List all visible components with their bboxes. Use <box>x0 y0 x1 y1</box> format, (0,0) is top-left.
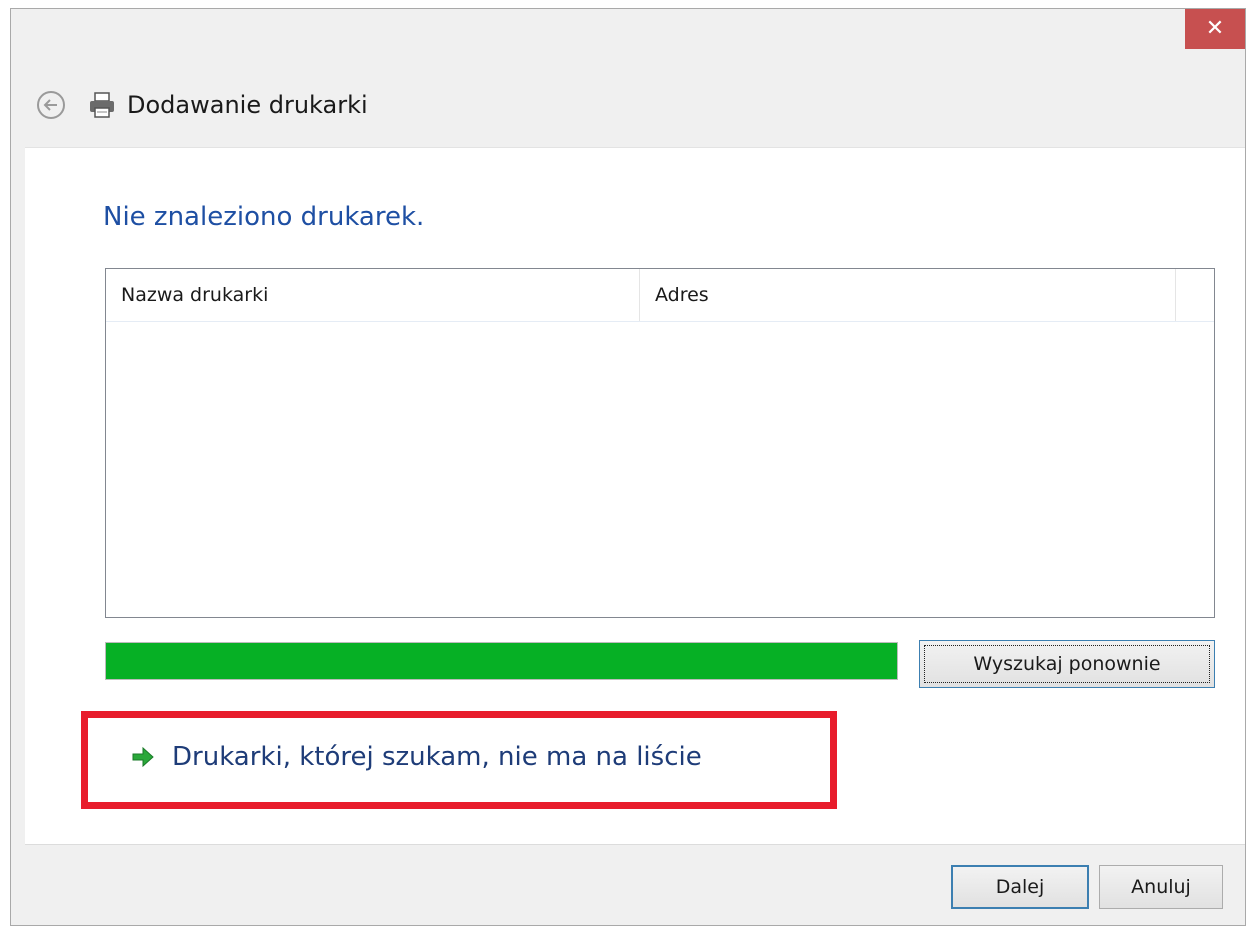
printer-not-listed-link[interactable]: Drukarki, której szukam, nie ma na liści… <box>130 742 702 772</box>
cancel-label: Anuluj <box>1131 876 1191 898</box>
search-progress-fill <box>106 643 897 679</box>
list-header: Nazwa drukarki Adres <box>106 269 1214 322</box>
dialog-header: Dodawanie drukarki <box>35 85 368 125</box>
printer-icon <box>90 92 114 118</box>
printer-list[interactable]: Nazwa drukarki Adres <box>105 268 1215 618</box>
next-label: Dalej <box>995 876 1045 898</box>
close-button[interactable]: ✕ <box>1185 9 1245 49</box>
back-arrow-icon[interactable] <box>35 89 67 121</box>
highlight-box: Drukarki, której szukam, nie ma na liści… <box>81 711 837 809</box>
add-printer-dialog: ✕ Dodawanie drukarki Nie znaleziono druk… <box>10 8 1246 926</box>
printer-not-listed-label: Drukarki, której szukam, nie ma na liści… <box>172 742 702 772</box>
column-header-printer-name[interactable]: Nazwa drukarki <box>106 269 640 321</box>
column-header-address[interactable]: Adres <box>640 269 1176 321</box>
search-progress-bar <box>105 642 898 680</box>
dialog-title: Dodawanie drukarki <box>127 91 368 119</box>
search-again-button[interactable]: Wyszukaj ponownie <box>919 640 1215 688</box>
close-icon: ✕ <box>1205 16 1225 41</box>
search-again-label: Wyszukaj ponownie <box>973 653 1161 675</box>
next-button[interactable]: Dalej <box>951 865 1089 909</box>
cancel-button[interactable]: Anuluj <box>1099 865 1223 909</box>
page-heading: Nie znaleziono drukarek. <box>103 202 425 232</box>
green-arrow-icon <box>132 746 154 768</box>
content-panel: Nie znaleziono drukarek. Nazwa drukarki … <box>25 147 1245 845</box>
column-header-filler <box>1176 269 1214 321</box>
